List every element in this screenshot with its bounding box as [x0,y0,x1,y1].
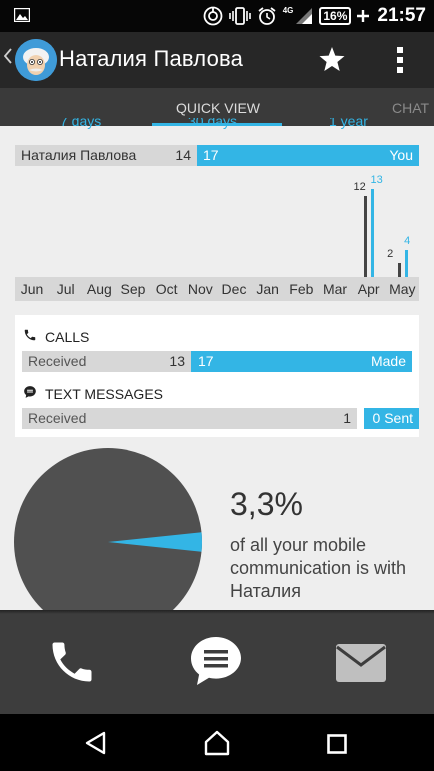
month-label-sep: Sep [120,281,146,297]
navigation-bar [0,714,434,771]
back-icon[interactable] [84,731,108,760]
data-label-contact-may: 2 [387,248,394,260]
calls-made-count: 17 [198,353,214,369]
phone-icon[interactable] [46,636,98,693]
calls-title: CALLS [45,328,90,345]
screen: 4G 16% 21:57 Наталия Павлова QUICK VIEW … [0,0,434,771]
share-percent: 3,3% [230,486,303,522]
clock: 21:57 [377,5,426,26]
month-label-jun: Jun [20,281,44,297]
texts-header: TEXT MESSAGES [23,385,163,402]
home-icon[interactable] [203,730,231,761]
data-label-you-may: 4 [404,235,411,247]
month-label-jan: Jan [256,281,279,297]
action-bar: Наталия Павлова [0,32,434,88]
calls-header: CALLS [23,328,89,345]
alarm-icon [257,6,277,26]
data-label-you-apr: 13 [370,174,383,186]
data-label-contact-apr: 12 [353,181,366,193]
mail-icon[interactable] [336,644,386,687]
summary-contact-name: Наталия Павлова [21,147,137,163]
battery-indicator: 16% [319,7,352,25]
favorite-star-icon[interactable] [318,46,346,78]
bar-you-may [404,250,408,277]
communication-card: CALLS Received 13 17 Made TEXT MESSAGES … [15,315,419,437]
summary-you-count: 17 [203,147,219,163]
month-label-aug: Aug [86,281,112,297]
calls-made-label: Made [370,353,406,369]
month-label-dec: Dec [221,281,247,297]
contact-avatar[interactable] [15,39,57,81]
tab-chat[interactable]: CHAT [392,100,429,116]
recents-icon[interactable] [327,734,347,759]
message-icon[interactable] [188,634,244,693]
texts-sent-label: 0 Sent [372,410,413,426]
month-label-may: May [389,281,416,297]
month-label-feb: Feb [289,281,314,297]
tab-quick-view[interactable]: QUICK VIEW [176,100,260,116]
contact-name-title: Наталия Павлова [59,46,244,71]
signal-icon [295,7,313,25]
tab-indicator [152,123,282,126]
month-label-jul: Jul [56,281,75,297]
up-caret-icon[interactable] [3,48,12,69]
texts-received-count: 1 [343,410,351,426]
chat-bubble-small-icon [23,385,37,402]
texts-bar: Received 1 0 Sent [22,408,419,429]
calls-received-count: 13 [169,353,185,369]
summary-contact-count: 14 [175,147,191,163]
month-label-oct: Oct [155,281,178,297]
months-axis: Jun Jul Aug Sep Oct Nov Dec Jan Feb Mar Apr May [15,277,419,301]
summary-you-label: You [389,147,413,163]
vibrate-icon [228,7,251,25]
status-bar: 4G 16% 21:57 [0,0,434,32]
month-label-apr: Apr [357,281,380,297]
bar-contact-apr [364,196,367,277]
phone-small-icon [23,328,37,345]
texts-received-label: Received [28,410,87,426]
period-7-days[interactable]: 7 days [60,118,101,129]
overflow-menu-icon[interactable] [396,46,404,79]
you-share-bar [197,145,419,166]
calls-received-label: Received [28,353,87,369]
summary-bar: Наталия Павлова 14 17 You [15,145,419,166]
share-pie-chart [14,448,202,636]
share-description: of all your mobile communication is with… [230,535,407,601]
calls-bar: Received 13 17 Made [22,351,412,372]
texts-title: TEXT MESSAGES [45,385,163,402]
bar-contact-may [397,263,401,277]
bar-you-apr [371,189,374,277]
gallery-notification-icon [13,7,31,27]
charging-plus-icon [357,10,370,22]
data-saver-icon [203,6,223,26]
month-label-nov: Nov [187,281,213,297]
network-type: 4G [282,5,294,15]
contact-actions-bar [0,610,434,714]
period-1-year[interactable]: 1 year [329,118,368,129]
month-label-mar: Mar [322,281,348,297]
